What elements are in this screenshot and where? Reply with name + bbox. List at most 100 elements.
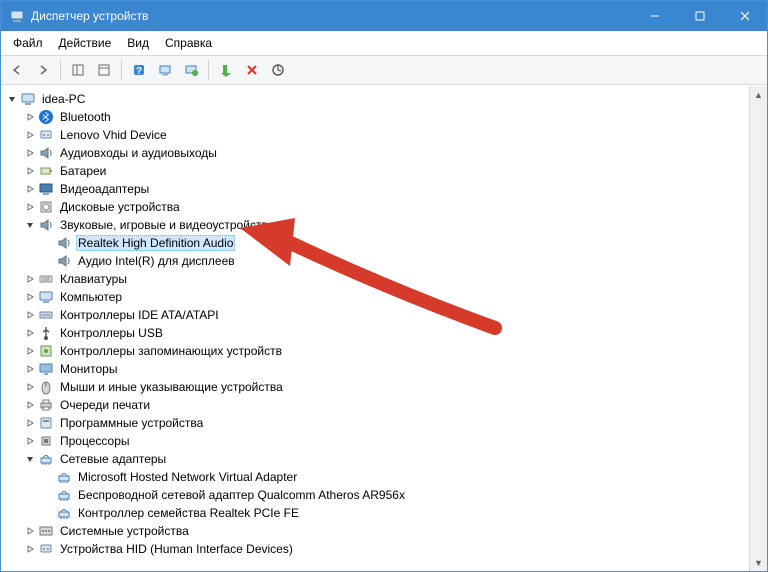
update-driver-button[interactable] — [179, 58, 203, 82]
toolbar-separator — [60, 60, 61, 80]
tree-node[interactable]: Процессоры — [5, 432, 749, 450]
tree-node[interactable]: Контроллер семейства Realtek PCIe FE — [5, 504, 749, 522]
scan-changes-button[interactable] — [266, 58, 290, 82]
tree-node-label: Дисковые устройства — [58, 200, 182, 214]
speaker-icon — [56, 235, 72, 251]
tree-node[interactable]: Устройства HID (Human Interface Devices) — [5, 540, 749, 558]
tree-node-label: Батареи — [58, 164, 108, 178]
expand-icon[interactable] — [23, 524, 37, 538]
expand-icon[interactable] — [23, 380, 37, 394]
expand-icon[interactable] — [23, 344, 37, 358]
scrollbar-track[interactable] — [750, 103, 767, 554]
show-hide-tree-button[interactable] — [66, 58, 90, 82]
tree-node-label: Контроллеры запоминающих устройств — [58, 344, 284, 358]
window-title: Диспетчер устройств — [31, 9, 632, 23]
keyboard-icon — [38, 271, 54, 287]
properties-button[interactable] — [92, 58, 116, 82]
close-button[interactable] — [722, 1, 767, 31]
menu-action[interactable]: Действие — [51, 34, 120, 52]
expand-icon[interactable] — [23, 290, 37, 304]
scroll-up-button[interactable]: ▲ — [750, 86, 767, 103]
tree-node[interactable]: Realtek High Definition Audio — [5, 234, 749, 252]
tree-node[interactable]: Аудио Intel(R) для дисплеев — [5, 252, 749, 270]
tree-node[interactable]: Контроллеры запоминающих устройств — [5, 342, 749, 360]
vertical-scrollbar[interactable]: ▲ ▼ — [749, 86, 767, 571]
tree-node[interactable]: Системные устройства — [5, 522, 749, 540]
bluetooth-icon — [38, 109, 54, 125]
network-icon — [56, 505, 72, 521]
tree-node-label: Программные устройства — [58, 416, 205, 430]
tree-node-label: Контроллеры USB — [58, 326, 165, 340]
tree-node[interactable]: Контроллеры USB — [5, 324, 749, 342]
ide-icon — [38, 307, 54, 323]
toolbar-separator — [121, 60, 122, 80]
expand-icon[interactable] — [23, 398, 37, 412]
tree-node-label: Мыши и иные указывающие устройства — [58, 380, 285, 394]
tree-node-label: Microsoft Hosted Network Virtual Adapter — [76, 470, 299, 484]
tree-node-label: Аудио Intel(R) для дисплеев — [76, 254, 237, 268]
collapse-icon[interactable] — [5, 92, 19, 106]
maximize-button[interactable] — [677, 1, 722, 31]
software-icon — [38, 415, 54, 431]
tree-node[interactable]: Компьютер — [5, 288, 749, 306]
printer-icon — [38, 397, 54, 413]
tree-node[interactable]: Мыши и иные указывающие устройства — [5, 378, 749, 396]
menu-view[interactable]: Вид — [119, 34, 157, 52]
scan-hardware-button[interactable] — [153, 58, 177, 82]
tree-node[interactable]: Батареи — [5, 162, 749, 180]
display-icon — [38, 181, 54, 197]
expand-icon[interactable] — [23, 362, 37, 376]
expand-icon[interactable] — [23, 416, 37, 430]
tree-node[interactable]: Очереди печати — [5, 396, 749, 414]
enable-device-button[interactable] — [214, 58, 238, 82]
tree-node[interactable]: Беспроводной сетевой адаптер Qualcomm At… — [5, 486, 749, 504]
expand-icon[interactable] — [23, 128, 37, 142]
tree-node[interactable]: Microsoft Hosted Network Virtual Adapter — [5, 468, 749, 486]
expand-icon[interactable] — [23, 164, 37, 178]
expand-icon[interactable] — [23, 542, 37, 556]
back-button[interactable] — [5, 58, 29, 82]
help-button[interactable]: ? — [127, 58, 151, 82]
menu-help[interactable]: Справка — [157, 34, 220, 52]
menu-file[interactable]: Файл — [5, 34, 51, 52]
expand-icon[interactable] — [23, 146, 37, 160]
tree-node[interactable]: Программные устройства — [5, 414, 749, 432]
device-manager-window: Диспетчер устройств Файл Действие Вид Сп… — [0, 0, 768, 572]
tree-node[interactable]: Bluetooth — [5, 108, 749, 126]
collapse-icon[interactable] — [23, 218, 37, 232]
expand-icon[interactable] — [23, 182, 37, 196]
scroll-down-button[interactable]: ▼ — [750, 554, 767, 571]
uninstall-device-button[interactable] — [240, 58, 264, 82]
expand-icon[interactable] — [23, 110, 37, 124]
tree-node[interactable]: Мониторы — [5, 360, 749, 378]
expand-icon[interactable] — [23, 272, 37, 286]
tree-node[interactable]: Аудиовходы и аудиовыходы — [5, 144, 749, 162]
system-icon — [38, 523, 54, 539]
hid-icon — [38, 127, 54, 143]
tree-node[interactable]: Lenovo Vhid Device — [5, 126, 749, 144]
expand-icon[interactable] — [23, 200, 37, 214]
tree-node-label: Процессоры — [58, 434, 132, 448]
speaker-icon — [38, 145, 54, 161]
tree-node-label: Контроллеры IDE ATA/ATAPI — [58, 308, 221, 322]
tree-node[interactable]: idea-PC — [5, 90, 749, 108]
device-tree[interactable]: idea-PCBluetoothLenovo Vhid DeviceАудиов… — [1, 86, 749, 571]
tree-node-label: Очереди печати — [58, 398, 152, 412]
expand-icon[interactable] — [23, 434, 37, 448]
minimize-button[interactable] — [632, 1, 677, 31]
expand-icon[interactable] — [23, 308, 37, 322]
collapse-icon[interactable] — [23, 452, 37, 466]
mouse-icon — [38, 379, 54, 395]
tree-node[interactable]: Видеоадаптеры — [5, 180, 749, 198]
tree-node-label: Клавиатуры — [58, 272, 129, 286]
expand-icon[interactable] — [23, 326, 37, 340]
tree-node-label: Сетевые адаптеры — [58, 452, 168, 466]
tree-node[interactable]: Контроллеры IDE ATA/ATAPI — [5, 306, 749, 324]
battery-icon — [38, 163, 54, 179]
tree-node[interactable]: Сетевые адаптеры — [5, 450, 749, 468]
forward-button[interactable] — [31, 58, 55, 82]
speaker-icon — [38, 217, 54, 233]
tree-node[interactable]: Звуковые, игровые и видеоустройства — [5, 216, 749, 234]
tree-node[interactable]: Дисковые устройства — [5, 198, 749, 216]
tree-node[interactable]: Клавиатуры — [5, 270, 749, 288]
